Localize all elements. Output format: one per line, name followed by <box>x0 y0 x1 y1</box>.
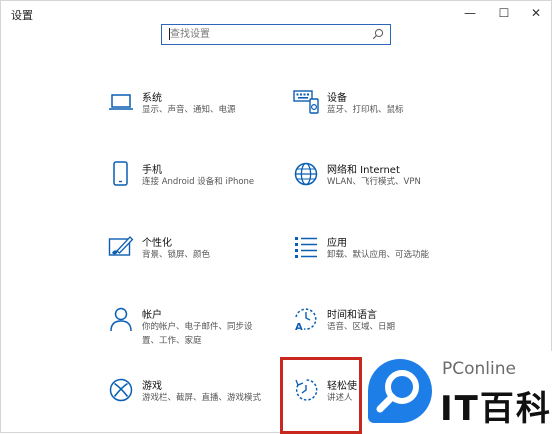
description-line: 置、工作、家庭 <box>142 336 202 346</box>
watermark-logo <box>368 359 432 423</box>
search-box[interactable] <box>161 24 391 45</box>
minimize-button[interactable]: — <box>453 1 487 25</box>
category-description: 连接 Android 设备和 iPhone <box>142 177 255 187</box>
category-apps[interactable]: 应用 卸载、默认应用、可选功能 <box>293 234 493 284</box>
keyboard-icon <box>293 90 319 114</box>
category-network[interactable]: 网络和 Internet WLAN、飞行模式、VPN <box>293 161 493 211</box>
category-name: 时间和语言 <box>327 310 377 321</box>
description-line: 你的帐户、电子邮件、同步设 <box>142 322 253 332</box>
category-description: 语音、区域、日期 <box>327 322 396 332</box>
close-icon: ✕ <box>530 6 542 20</box>
category-description: WLAN、飞行模式、VPN <box>327 177 421 187</box>
svg-text:A: A <box>295 322 303 332</box>
category-name: 手机 <box>142 165 162 176</box>
magnifier-icon <box>376 370 419 413</box>
category-name: 游戏 <box>142 381 162 392</box>
laptop-icon <box>109 94 133 110</box>
category-devices[interactable]: 设备 蓝牙、打印机、鼠标 <box>293 89 493 139</box>
time-language-icon: A <box>295 308 317 332</box>
category-description: 显示、声音、通知、电源 <box>142 105 236 115</box>
paint-icon <box>108 236 134 256</box>
category-description: 卸载、默认应用、可选功能 <box>327 250 430 260</box>
apps-list-icon <box>295 237 317 258</box>
watermark-text: IT百科 <box>440 389 552 429</box>
search-input[interactable] <box>162 25 370 43</box>
minimize-icon: — <box>464 6 476 20</box>
category-name: 设备 <box>327 93 347 104</box>
category-accounts[interactable]: 帐户 你的帐户、电子邮件、同步设 置、工作、家庭 <box>108 306 308 356</box>
category-name: 网络和 Internet <box>327 165 400 176</box>
close-button[interactable]: ✕ <box>519 1 552 25</box>
category-personalization[interactable]: 个性化 背景、锁屏、颜色 <box>108 234 308 284</box>
category-name: 应用 <box>327 238 347 249</box>
category-time-language[interactable]: A 时间和语言 语音、区域、日期 <box>293 306 493 356</box>
category-gaming[interactable]: 游戏 游戏栏、截屏、直播、游戏模式 <box>108 377 308 427</box>
category-phone[interactable]: 手机 连接 Android 设备和 iPhone <box>108 161 308 211</box>
window-title: 设置 <box>11 9 33 22</box>
search-icon[interactable] <box>372 28 384 40</box>
category-description: 背景、锁屏、颜色 <box>142 250 211 260</box>
phone-icon <box>113 161 128 186</box>
person-icon <box>110 307 132 332</box>
pconline-watermark: PConline IT百科 <box>362 351 552 434</box>
settings-window: 设置 — ☐ ✕ 系统 显示、声音、通知、电源 设备 蓝牙、打印机、鼠标 <box>0 0 552 434</box>
category-name: 个性化 <box>142 238 172 249</box>
globe-icon <box>294 162 318 186</box>
category-description: 蓝牙、打印机、鼠标 <box>327 105 404 115</box>
category-name: 帐户 <box>142 310 162 321</box>
category-description: 你的帐户、电子邮件、同步设 置、工作、家庭 <box>142 320 253 348</box>
watermark-brand: PConline <box>442 359 516 379</box>
category-description: 游戏栏、截屏、直播、游戏模式 <box>142 393 262 403</box>
maximize-icon: ☐ <box>498 6 510 20</box>
xbox-icon <box>109 378 133 402</box>
highlight-box <box>280 357 362 434</box>
category-system[interactable]: 系统 显示、声音、通知、电源 <box>108 89 308 139</box>
category-name: 系统 <box>142 93 162 104</box>
maximize-button[interactable]: ☐ <box>487 1 521 25</box>
